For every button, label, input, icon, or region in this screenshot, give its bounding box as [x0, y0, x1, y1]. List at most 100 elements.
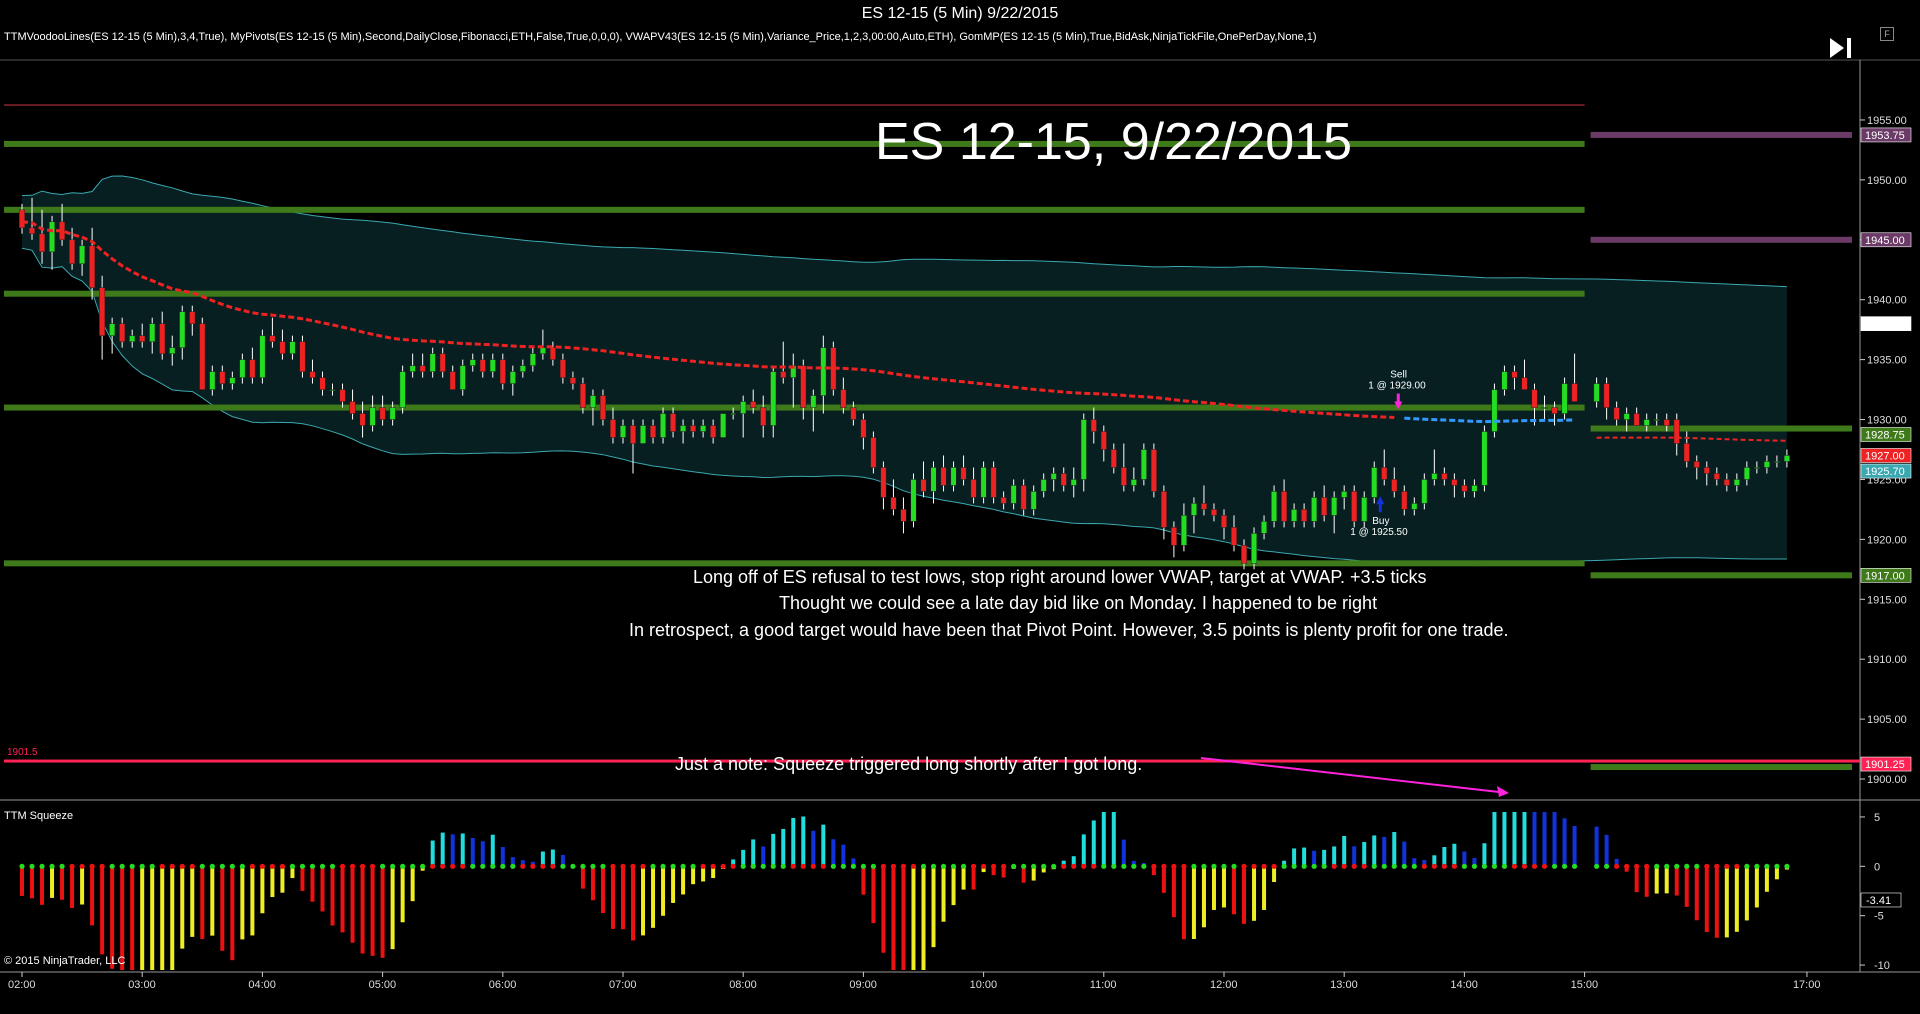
trade-label-sell: Sell — [1390, 370, 1407, 381]
candle-body — [940, 467, 947, 486]
squeeze-dot — [379, 863, 386, 869]
squeeze-bar — [340, 866, 345, 933]
squeeze-dot — [470, 863, 476, 869]
squeeze-bar — [20, 866, 24, 896]
squeeze-dot — [560, 863, 566, 869]
candle-body — [860, 419, 867, 438]
squeeze-bar — [921, 866, 926, 970]
squeeze-dot — [229, 863, 235, 869]
candle-body — [850, 407, 857, 420]
candle-body — [1451, 479, 1458, 486]
note-line-2: Thought we could see a late day bid like… — [779, 593, 1378, 613]
squeeze-bar — [1562, 818, 1567, 867]
candle-body — [770, 371, 777, 426]
squeeze-dot — [590, 863, 596, 869]
price-flag-label: 1928.75 — [1865, 430, 1905, 442]
squeeze-bar — [190, 866, 195, 937]
squeeze-dot — [820, 863, 826, 869]
squeeze-bar — [781, 828, 786, 867]
squeeze-bar — [1704, 866, 1709, 932]
candle-body — [750, 401, 757, 408]
squeeze-bar — [70, 866, 75, 908]
squeeze-bar — [1604, 834, 1609, 867]
squeeze-dot — [500, 863, 506, 869]
squeeze-dot — [1111, 863, 1117, 869]
candle-body — [690, 425, 697, 432]
candle-body — [1501, 371, 1508, 390]
squeeze-dot — [610, 863, 616, 869]
squeeze-tick-label: 5 — [1874, 812, 1880, 824]
squeeze-bar — [1442, 847, 1447, 867]
squeeze-dot — [1634, 863, 1640, 869]
squeeze-dot — [730, 863, 736, 869]
candle-body — [1521, 377, 1528, 390]
copyright: © 2015 NinjaTrader, LLC — [4, 955, 126, 967]
squeeze-dot — [1501, 863, 1508, 869]
candle-body — [339, 389, 346, 402]
candle-body — [239, 359, 246, 378]
candle-body — [680, 425, 687, 432]
squeeze-bar — [150, 866, 155, 970]
squeeze-bar — [901, 866, 906, 970]
squeeze-bar — [1684, 866, 1689, 907]
squeeze-dot — [390, 863, 396, 869]
squeeze-bar — [610, 866, 615, 929]
squeeze-dot — [279, 863, 286, 869]
candle-body — [970, 479, 977, 498]
squeeze-dot — [359, 863, 366, 869]
squeeze-dot — [1031, 863, 1037, 869]
candle-body — [1411, 503, 1418, 510]
candle-body — [39, 233, 46, 253]
squeeze-dot — [269, 863, 276, 869]
squeeze-bar — [1654, 866, 1659, 894]
squeeze-dot — [1311, 863, 1317, 869]
squeeze-dot — [870, 863, 877, 869]
candle-body — [1743, 467, 1750, 480]
squeeze-dot — [119, 863, 125, 869]
squeeze-bar — [1262, 866, 1267, 910]
candle-body — [1090, 419, 1097, 432]
vwap-band-fill — [22, 176, 1787, 566]
candle-body — [379, 407, 386, 420]
time-tick-label: 15:00 — [1571, 979, 1599, 991]
squeeze-bar — [1081, 834, 1086, 867]
chart-canvas[interactable]: 1901.5 Buy1 @ 1925.50 Sell1 @ 1929.00 195… — [0, 28, 1920, 1014]
squeeze-dot — [1784, 863, 1790, 869]
squeeze-dot — [349, 863, 356, 869]
candle-body — [179, 311, 186, 348]
candle-body — [1531, 389, 1538, 408]
price-tick-label: 1920.00 — [1867, 534, 1907, 546]
candle-body — [529, 353, 536, 366]
candle-body — [1040, 479, 1047, 492]
candle-body — [1251, 533, 1258, 564]
candle-body — [459, 365, 466, 390]
candle-body — [1190, 503, 1197, 516]
squeeze-bar — [40, 866, 45, 905]
squeeze-bar — [1111, 812, 1116, 867]
squeeze-bar — [1594, 826, 1599, 867]
squeeze-bar — [1734, 866, 1739, 932]
jump-to-end-icon[interactable] — [1826, 34, 1856, 62]
squeeze-dot — [29, 863, 35, 869]
squeeze-dot — [1281, 863, 1287, 869]
candle-body — [19, 209, 25, 229]
squeeze-bar — [1552, 812, 1557, 867]
squeeze-bar — [1502, 812, 1507, 867]
squeeze-bar — [791, 817, 796, 867]
candle-body — [1241, 545, 1248, 564]
candle-body — [499, 359, 506, 384]
squeeze-bar — [831, 839, 836, 867]
squeeze-dot — [1241, 863, 1247, 869]
squeeze-dot — [1704, 863, 1710, 869]
squeeze-dot — [59, 863, 65, 869]
squeeze-bar — [1342, 836, 1347, 867]
squeeze-bar — [1694, 866, 1699, 921]
time-tick-label: 03:00 — [128, 979, 156, 991]
squeeze-dot — [1744, 863, 1750, 869]
squeeze-dot — [430, 863, 436, 869]
squeeze-dot — [510, 863, 516, 869]
candle-body — [299, 341, 306, 372]
squeeze-bar — [500, 847, 505, 867]
squeeze-dot — [760, 863, 766, 869]
candle-body — [209, 371, 216, 390]
